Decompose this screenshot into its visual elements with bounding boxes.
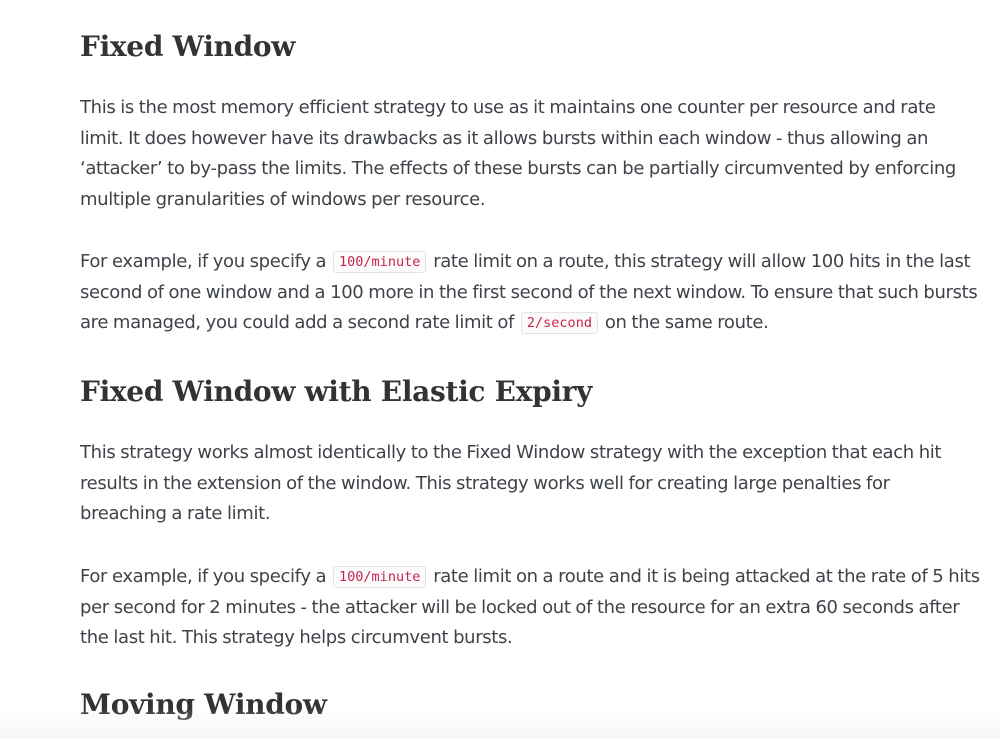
paragraph-elastic-expiry-description: This strategy works almost identically t…: [80, 442, 942, 524]
paragraph-text: For example, if you specify a: [80, 566, 327, 587]
paragraph-fixed-window-example: For example, if you specify a 100/minute…: [80, 247, 980, 339]
paragraph-elastic-expiry-example: For example, if you specify a 100/minute…: [80, 562, 980, 654]
inline-code-rate-limit: 100/minute: [333, 566, 427, 588]
paragraph-text: For example, if you specify a: [80, 251, 327, 272]
documentation-page: Fixed Window This is the most memory eff…: [0, 0, 1000, 738]
section-heading-fixed-window: Fixed Window: [80, 30, 296, 63]
inline-code-rate-limit: 2/second: [520, 312, 598, 334]
inline-code-rate-limit: 100/minute: [333, 251, 427, 273]
section-heading-moving-window: Moving Window: [80, 688, 327, 721]
section-heading-fixed-window-elastic-expiry: Fixed Window with Elastic Expiry: [80, 375, 593, 408]
paragraph-fixed-window-description: This is the most memory efficient strate…: [80, 97, 957, 210]
paragraph-text: on the same route.: [604, 312, 769, 333]
